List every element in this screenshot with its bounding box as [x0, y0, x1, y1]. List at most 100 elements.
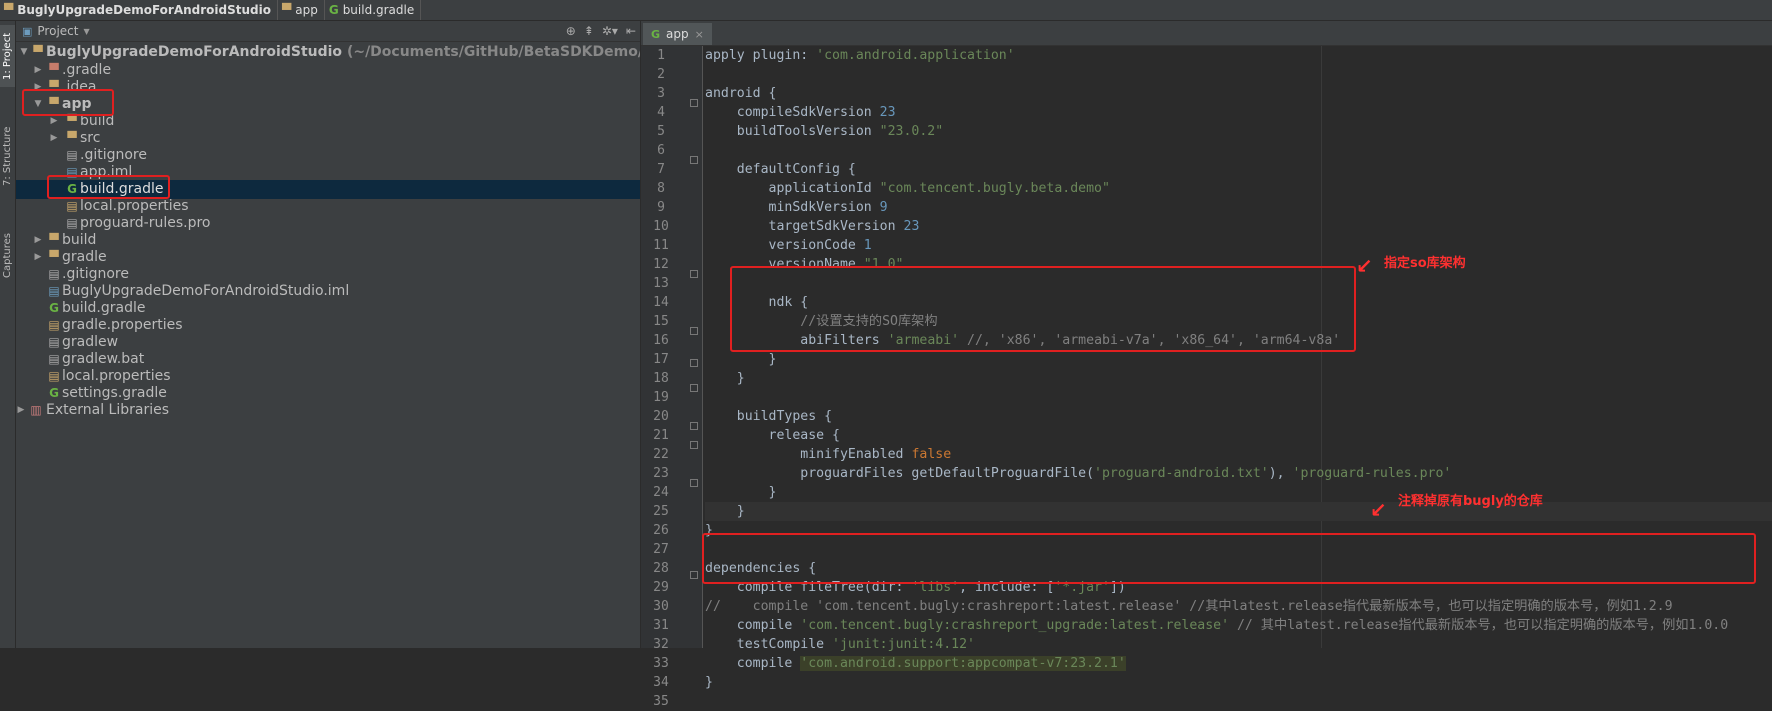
code-line: release {: [705, 426, 840, 445]
line-number: 28: [653, 561, 669, 576]
code-token: applicationId: [705, 181, 880, 196]
code-line: }: [705, 483, 777, 502]
code-line: versionCode 1: [705, 236, 872, 255]
close-icon[interactable]: ×: [695, 28, 704, 41]
code-token: compileSdkVersion: [705, 105, 880, 120]
arrow-icon: ↙: [1356, 254, 1373, 278]
code-line: android {: [705, 84, 776, 103]
folder-icon: ▀: [33, 45, 43, 59]
code-token: versionCode: [705, 238, 864, 253]
tab-label: app: [666, 27, 689, 41]
hide-panel-icon[interactable]: ⇤: [626, 24, 636, 38]
code-line: // compile 'com.tencent.bugly:crashrepor…: [705, 597, 1673, 616]
line-number: 20: [653, 409, 669, 424]
fold-marker-icon[interactable]: [690, 359, 698, 367]
project-panel-header: ▣ Project ▼ ⊕ ⇞ ✲▾ ⇤: [16, 21, 640, 42]
fold-marker-icon[interactable]: [690, 384, 698, 392]
line-number-gutter: 1 2 3 4 5 6 7 8 9 10 11 12 13 14 15 16 17 18 19 20 21 22 23 24 2…: [641, 46, 686, 709]
fold-marker-icon[interactable]: [690, 270, 698, 278]
code-line: buildToolsVersion "23.0.2": [705, 122, 943, 141]
code-token: 1: [863, 238, 872, 253]
code-line: }: [705, 673, 713, 692]
fold-marker-icon[interactable]: [690, 422, 698, 430]
code-line: testCompile 'junit:junit:4.12': [705, 635, 975, 654]
code-token: "com.tencent.bugly.beta.demo": [879, 181, 1110, 196]
line-number: 35: [653, 694, 669, 709]
arrow-icon: ↙: [1370, 498, 1387, 522]
fold-marker-icon[interactable]: [690, 99, 698, 107]
line-number: 2: [657, 67, 665, 82]
tree-item-external-libraries[interactable]: ▶ ▥ External Libraries: [16, 401, 640, 420]
code-token: defaultConfig {: [705, 162, 856, 177]
sync-icon[interactable]: ⊕: [566, 24, 576, 38]
code-token: apply plugin:: [705, 48, 817, 63]
line-number: 15: [653, 314, 669, 329]
code-line: minifyEnabled false: [705, 445, 951, 464]
fold-marker-icon[interactable]: [690, 441, 698, 449]
line-number: 30: [653, 599, 669, 614]
gradle-icon: G: [328, 3, 339, 17]
code-token: release {: [705, 428, 840, 443]
code-token: // compile 'com.tencent.bugly:crashrepor…: [705, 599, 1673, 614]
breadcrumb-item-build-gradle[interactable]: G build.gradle: [325, 0, 422, 20]
code-token: 'com.android.application': [816, 48, 1015, 63]
code-token: "23.0.2": [879, 124, 944, 139]
fold-marker-icon[interactable]: [690, 156, 698, 164]
line-number: 11: [653, 238, 669, 253]
highlight-build-gradle: [47, 175, 170, 199]
code-token: 'proguard-rules.pro': [1292, 466, 1452, 481]
ndk-annotation-label: 指定so库架构: [1384, 256, 1466, 271]
gear-icon[interactable]: ✲▾: [602, 24, 618, 38]
collapse-all-icon[interactable]: ⇞: [584, 24, 594, 38]
line-number: 31: [653, 618, 669, 633]
code-token: minifyEnabled: [705, 447, 912, 462]
project-view-icon: ▣: [22, 24, 33, 38]
highlight-dependencies: [702, 533, 1756, 584]
line-number: 13: [653, 276, 669, 291]
line-number: 17: [653, 352, 669, 367]
line-number: 16: [653, 333, 669, 348]
captures-tool-tab[interactable]: Captures: [0, 226, 15, 286]
captures-tool-tab-label: Captures: [2, 233, 13, 279]
structure-tool-tab[interactable]: 7: Structure: [0, 116, 15, 196]
code-token: buildTypes {: [705, 409, 833, 424]
breadcrumb-item-project[interactable]: ▀ BuglyUpgradeDemoForAndroidStudio: [0, 0, 278, 20]
line-number: 34: [653, 675, 669, 690]
line-number: 14: [653, 295, 669, 310]
root-project-name: BuglyUpgradeDemoForAndroidStudio: [46, 44, 343, 60]
code-token: compile: [705, 656, 801, 671]
caret-line-highlight: [705, 502, 1772, 521]
line-number: 12: [653, 257, 669, 272]
code-line: }: [705, 502, 745, 521]
code-line: compileSdkVersion 23: [705, 103, 896, 122]
line-number: 10: [653, 219, 669, 234]
code-token: }: [705, 504, 745, 519]
breadcrumb-item-app[interactable]: ▀ app: [278, 0, 325, 20]
tab-build-gradle[interactable]: G app ×: [643, 23, 712, 45]
fold-marker-icon[interactable]: [690, 479, 698, 487]
line-number: 4: [657, 105, 665, 120]
folder-icon: ▀: [282, 3, 292, 17]
expand-arrow-icon[interactable]: ▼: [19, 43, 29, 62]
code-token: android {: [705, 86, 777, 101]
fold-marker-icon[interactable]: [690, 327, 698, 335]
code-token: targetSdkVersion: [705, 219, 904, 234]
code-line: defaultConfig {: [705, 160, 856, 179]
editor-tab-bar: G app ×: [641, 21, 1772, 46]
code-line: apply plugin: 'com.android.application': [705, 46, 1015, 65]
structure-tool-tab-label: 7: Structure: [2, 126, 13, 186]
code-line: }: [705, 369, 745, 388]
code-token: buildToolsVersion: [705, 124, 880, 139]
code-line: compile 'com.android.support:appcompat-v…: [705, 654, 1126, 673]
line-number: 5: [657, 124, 665, 139]
tree-item-root[interactable]: ▼ ▀ BuglyUpgradeDemoForAndroidStudio (~/…: [16, 43, 640, 62]
project-view-dropdown[interactable]: ▣ Project ▼: [16, 24, 90, 38]
expand-arrow-icon[interactable]: ▶: [16, 401, 26, 420]
line-number: 26: [653, 523, 669, 538]
code-token: 9: [879, 200, 888, 215]
highlight-ndk-block: [730, 266, 1356, 352]
code-line: applicationId "com.tencent.bugly.beta.de…: [705, 179, 1110, 198]
project-tool-tab[interactable]: 1: Project: [0, 25, 15, 87]
tree-item-label: BuglyUpgradeDemoForAndroidStudio (~/Docu…: [46, 43, 640, 62]
fold-marker-icon[interactable]: [690, 571, 698, 579]
